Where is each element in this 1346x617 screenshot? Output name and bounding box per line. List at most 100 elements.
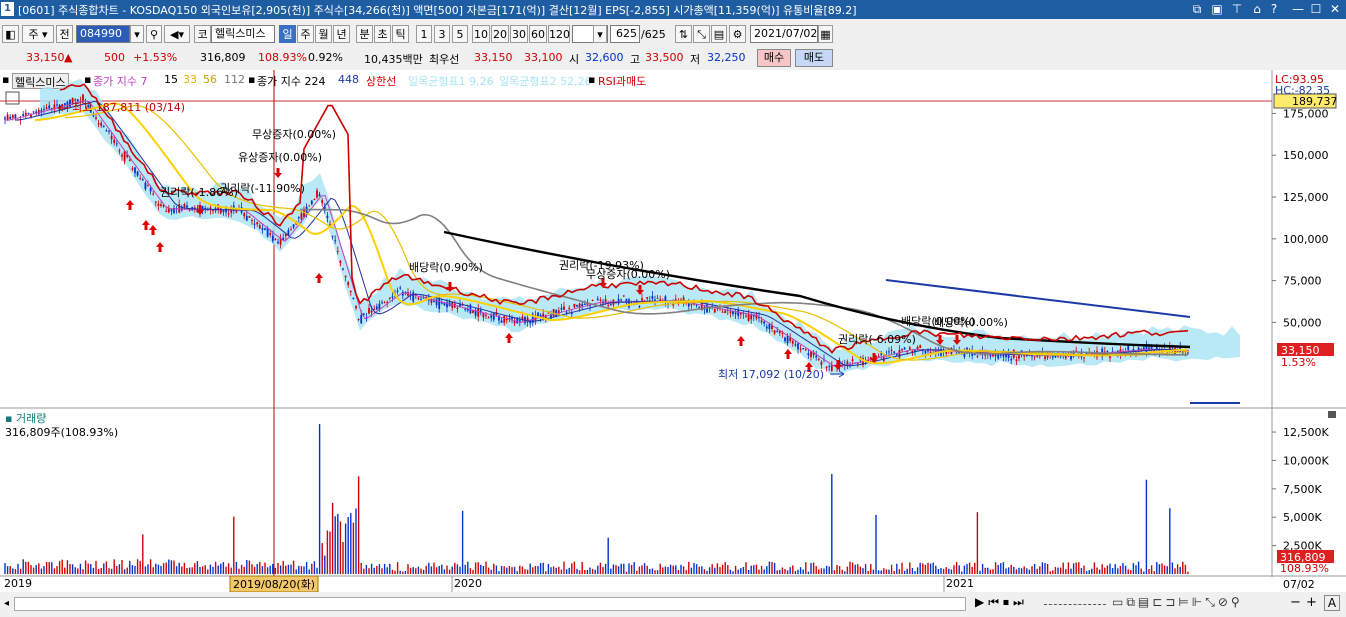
period-year-button[interactable]: 년 xyxy=(333,25,350,43)
count-input[interactable]: 625 xyxy=(610,25,640,43)
volume-bar xyxy=(61,559,63,574)
period-month-button[interactable]: 월 xyxy=(315,25,332,43)
volume-bar xyxy=(56,566,58,574)
sell-button[interactable]: 매도 xyxy=(795,49,833,67)
candle-body xyxy=(336,251,339,253)
save-icon[interactable]: ▤ xyxy=(711,25,727,43)
period-week-button[interactable]: 주 xyxy=(297,25,314,43)
interval-60-button[interactable]: 60 xyxy=(529,25,547,43)
tile-icon[interactable]: ▣ xyxy=(1209,1,1225,17)
volume-bar xyxy=(565,569,568,574)
kospi-button[interactable]: 코 xyxy=(194,25,211,43)
volume-bar xyxy=(1070,568,1072,574)
bonus-issue-annotation-2: 무상증자(0.00%) xyxy=(586,268,670,281)
low-annotation: 최저 17,092 (10/20) xyxy=(718,368,824,381)
grid-toggle-icon[interactable] xyxy=(5,91,20,105)
interval-20-button[interactable]: 20 xyxy=(491,25,509,43)
candle-body xyxy=(573,303,576,308)
volume-bar xyxy=(402,571,404,574)
volume-bar xyxy=(1135,565,1137,574)
volume-bar xyxy=(646,565,648,574)
volume-bar xyxy=(1078,562,1080,574)
candle-body xyxy=(308,205,311,207)
buy-button[interactable]: 매수 xyxy=(757,49,791,67)
close-panel-icon[interactable] xyxy=(1328,411,1336,418)
volume-bar xyxy=(142,534,144,574)
volume-bar xyxy=(974,562,976,574)
playback-controls[interactable]: ▶⏮⏹⏭ xyxy=(975,595,1028,610)
stock-name-field[interactable]: 헬릭스미스 xyxy=(211,25,275,43)
period-second-button[interactable]: 초 xyxy=(374,25,391,43)
layout-icon[interactable]: ◧ xyxy=(2,25,19,43)
volume-bar xyxy=(883,568,885,574)
period-minute-button[interactable]: 분 xyxy=(356,25,373,43)
link-icon[interactable]: ⌂ xyxy=(1249,1,1265,17)
volume-bar xyxy=(773,562,776,574)
ma15-line xyxy=(14,100,1188,367)
volume-bar xyxy=(186,568,188,574)
volume-bar xyxy=(430,566,433,574)
candle-body xyxy=(810,351,812,358)
x-label-2020: 2020 xyxy=(454,577,482,590)
ichimoku-cloud xyxy=(40,78,1240,376)
period-tick-button[interactable]: 틱 xyxy=(392,25,409,43)
volume-bar xyxy=(459,566,461,574)
interval-dropdown-icon[interactable]: ▾ xyxy=(593,25,607,43)
volume-bar xyxy=(586,569,589,574)
volume-bar xyxy=(1020,568,1023,574)
interval-30-button[interactable]: 30 xyxy=(510,25,528,43)
pin-icon[interactable]: ⊤ xyxy=(1229,1,1245,17)
all-button[interactable]: 전 xyxy=(56,25,73,43)
volume-bar xyxy=(576,568,578,574)
calendar-icon[interactable]: ▦ xyxy=(818,25,833,43)
volume-bar xyxy=(1007,567,1010,574)
up-arrow-icon xyxy=(315,273,323,283)
volume-bar xyxy=(30,565,32,574)
volume-bar xyxy=(763,569,765,574)
interval-1-button[interactable]: 1 xyxy=(416,25,432,43)
current-price: 33,150 xyxy=(26,51,65,64)
sound-icon[interactable]: ◀▾ xyxy=(164,25,190,43)
interval-3-button[interactable]: 3 xyxy=(434,25,450,43)
volume-bar xyxy=(558,566,560,574)
volume-bar xyxy=(506,567,508,574)
horizontal-scrollbar[interactable] xyxy=(14,597,966,611)
period-day-button[interactable]: 일 xyxy=(279,25,296,43)
chart-svg[interactable]: 최고 187,811 (03/14) 무상증자(0.00%) 유상증자(0.00… xyxy=(0,70,1346,592)
stock-code-input[interactable]: 084990 xyxy=(76,25,130,43)
zoom-in-icon[interactable]: + xyxy=(1306,595,1317,610)
volume-bar xyxy=(131,565,134,574)
compare-icon[interactable]: ⇅ xyxy=(675,25,692,43)
high-price: 33,500 xyxy=(645,51,684,64)
zoom-slider[interactable] xyxy=(1044,600,1106,605)
search-icon[interactable]: ⚲ xyxy=(146,25,162,43)
market-select[interactable]: 주 ▾ xyxy=(22,25,54,43)
restore-icon[interactable]: ⧉ xyxy=(1189,1,1205,17)
close-icon[interactable]: ✕ xyxy=(1327,1,1343,17)
font-size-icon[interactable]: A xyxy=(1324,595,1340,611)
interval-5-button[interactable]: 5 xyxy=(452,25,468,43)
trend-tool-icon[interactable]: ⤡ xyxy=(693,25,710,43)
scroll-left-icon[interactable]: ◂ xyxy=(4,598,9,609)
date-input[interactable]: 2021/07/02 xyxy=(750,25,818,43)
volume-bar xyxy=(714,567,716,574)
volume-bar xyxy=(25,561,27,574)
volume-bar xyxy=(230,567,232,574)
interval-120-button[interactable]: 120 xyxy=(548,25,570,43)
drawing-tools[interactable]: ▭⧉▤⊏⊐⊨⊩⤡⊘⚲ xyxy=(1112,595,1243,610)
minimize-icon[interactable]: — xyxy=(1290,1,1306,17)
volume-bar xyxy=(849,561,851,574)
candle-body xyxy=(713,309,716,313)
volume-bar xyxy=(818,569,820,574)
settings-icon[interactable]: ⚙ xyxy=(729,25,746,43)
candle-body xyxy=(903,347,906,350)
maximize-icon[interactable]: ☐ xyxy=(1308,1,1324,17)
volume-bar xyxy=(318,424,321,574)
zoom-out-icon[interactable]: − xyxy=(1290,595,1301,610)
code-dropdown-icon[interactable]: ▾ xyxy=(130,25,144,43)
volume-bar xyxy=(997,565,999,574)
candle-body xyxy=(732,311,734,314)
volume-bar xyxy=(890,564,893,574)
help-icon[interactable]: ? xyxy=(1266,1,1282,17)
interval-10-button[interactable]: 10 xyxy=(472,25,490,43)
